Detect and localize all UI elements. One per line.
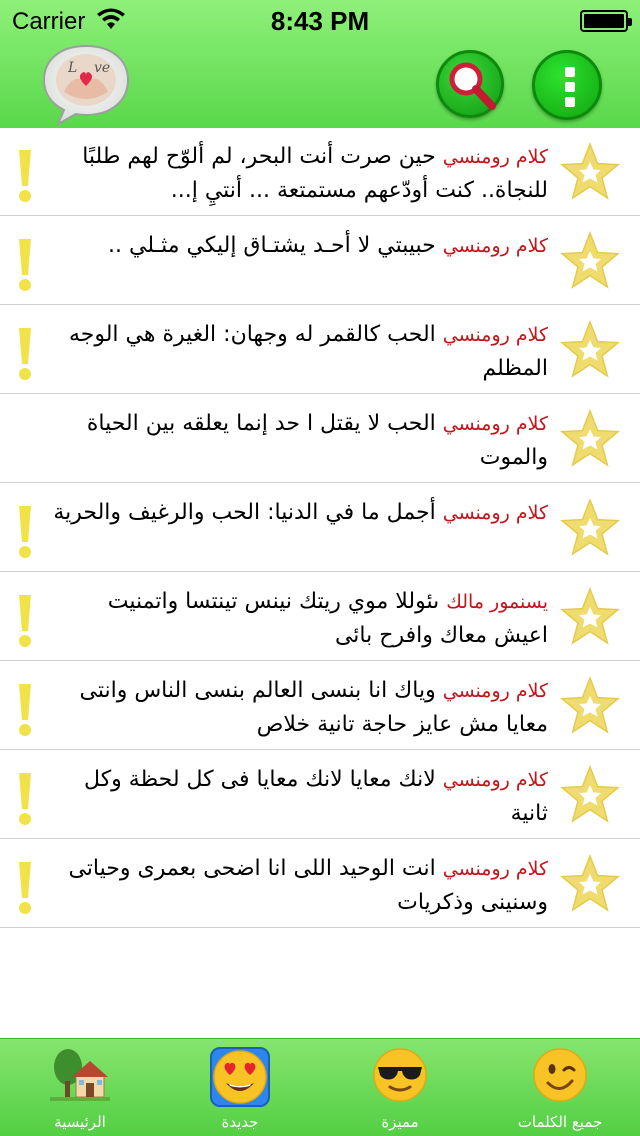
list-item[interactable]: كلام رومنسي الحب كالقمر له وجهان: الغيرة…: [0, 306, 640, 394]
exclamation-icon: [19, 595, 31, 647]
star-icon[interactable]: [560, 409, 620, 469]
star-icon[interactable]: [560, 498, 620, 558]
magnifier-icon: [449, 62, 496, 110]
list-item[interactable]: كلام رومنسي حبيبتي لا أحـد يشتـاق إليكي …: [0, 217, 640, 305]
star-icon[interactable]: [560, 676, 620, 736]
quote-list[interactable]: كلام رومنسي حين صرت أنت البحر، لم ألوّح …: [0, 128, 640, 1038]
love-hands-chat-logo[interactable]: L ve: [40, 42, 132, 126]
list-item[interactable]: كلام رومنسي أجمل ما في الدنيا: الحب والر…: [0, 484, 640, 572]
quote-category: كلام رومنسي: [442, 769, 548, 791]
list-item[interactable]: كلام رومنسي لانك معايا لانك معايا فى كل …: [0, 751, 640, 839]
exclamation-icon: [19, 239, 31, 291]
heart-eyes-emoji-icon: [213, 1050, 267, 1104]
quote-category: كلام رومنسي: [442, 235, 548, 257]
house-icon: [50, 1049, 110, 1101]
quote-text-block: كلام رومنسي حبيبتي لا أحـد يشتـاق إليكي …: [48, 229, 548, 299]
tab-label: جميع الكلمات: [517, 1113, 603, 1131]
wink-emoji-icon: [533, 1048, 587, 1102]
star-icon[interactable]: [560, 765, 620, 825]
status-bar: Carrier 8:43 PM: [0, 0, 640, 40]
quote-category: كلام رومنسي: [442, 146, 548, 168]
star-icon[interactable]: [560, 854, 620, 914]
list-item[interactable]: كلام رومنسي حين صرت أنت البحر، لم ألوّح …: [0, 128, 640, 216]
quote-text-block: يسنمور مالك ىئوللا موي ريتك نينس تينتسا …: [48, 585, 548, 655]
tab-label: الرئيسية: [54, 1113, 106, 1131]
tab-label: مميزة: [381, 1113, 419, 1131]
quote-category: كلام رومنسي: [442, 324, 548, 346]
exclamation-icon: [19, 684, 31, 736]
exclamation-icon: [19, 773, 31, 825]
quote-category: كلام رومنسي: [442, 680, 548, 702]
status-time: 8:43 PM: [270, 6, 370, 36]
tab-featured[interactable]: مميزة: [320, 1039, 480, 1136]
quote-text-block: كلام رومنسي الحب كالقمر له وجهان: الغيرة…: [48, 318, 548, 388]
star-icon[interactable]: [560, 231, 620, 291]
quote-text-block: كلام رومنسي انت الوحيد اللى انا اضحى بعم…: [48, 852, 548, 922]
exclamation-icon: [19, 150, 31, 202]
star-icon[interactable]: [560, 142, 620, 202]
quote-category: كلام رومنسي: [442, 858, 548, 880]
quote-text: أجمل ما في الدنيا: الحب والرغيف والحرية: [53, 500, 436, 525]
search-button[interactable]: [436, 50, 504, 118]
battery-icon: [580, 10, 632, 32]
exclamation-icon: [19, 506, 31, 558]
quote-text-block: كلام رومنسي الحب لا يقتل ا حد إنما يعلقه…: [48, 407, 548, 477]
quote-category: كلام رومنسي: [442, 413, 548, 435]
exclamation-icon: [19, 328, 31, 380]
list-item[interactable]: يسنمور مالك ىئوللا موي ريتك نينس تينتسا …: [0, 573, 640, 661]
app: Carrier 8:43 PM L ve كلام رومنسي حين صرت…: [0, 0, 640, 1136]
svg-text:ve: ve: [94, 60, 110, 76]
list-item[interactable]: كلام رومنسي انت الوحيد اللى انا اضحى بعم…: [0, 840, 640, 928]
tab-label: جديدة: [221, 1113, 259, 1131]
quote-text-block: كلام رومنسي وياك انا بنسى العالم بنسى ال…: [48, 674, 549, 744]
star-icon[interactable]: [560, 320, 620, 380]
svg-text:L: L: [67, 60, 77, 76]
tab-new[interactable]: جديدة: [160, 1039, 320, 1136]
tab-home[interactable]: الرئيسية: [0, 1039, 160, 1136]
menu-button[interactable]: [532, 50, 602, 120]
header-bar: Carrier 8:43 PM L ve: [0, 0, 640, 128]
star-icon[interactable]: [560, 587, 620, 647]
quote-text-block: كلام رومنسي لانك معايا لانك معايا فى كل …: [48, 763, 548, 833]
quote-text-block: كلام رومنسي حين صرت أنت البحر، لم ألوّح …: [48, 140, 548, 210]
quote-category: يسنمور مالك: [446, 591, 548, 613]
quote-category: كلام رومنسي: [442, 502, 548, 524]
tab-all-words[interactable]: جميع الكلمات: [480, 1039, 640, 1136]
sunglasses-emoji-icon: [373, 1048, 427, 1102]
quote-text-block: كلام رومنسي أجمل ما في الدنيا: الحب والر…: [48, 496, 548, 566]
list-item[interactable]: كلام رومنسي الحب لا يقتل ا حد إنما يعلقه…: [0, 395, 640, 483]
list-item[interactable]: كلام رومنسي وياك انا بنسى العالم بنسى ال…: [0, 662, 640, 750]
exclamation-icon: [19, 862, 31, 914]
quote-text: حبيبتي لا أحـد يشتـاق إليكي مثـلي ..: [108, 233, 436, 258]
tab-bar: الرئيسية جديدة مميزة جميع الكلمات: [0, 1038, 640, 1136]
